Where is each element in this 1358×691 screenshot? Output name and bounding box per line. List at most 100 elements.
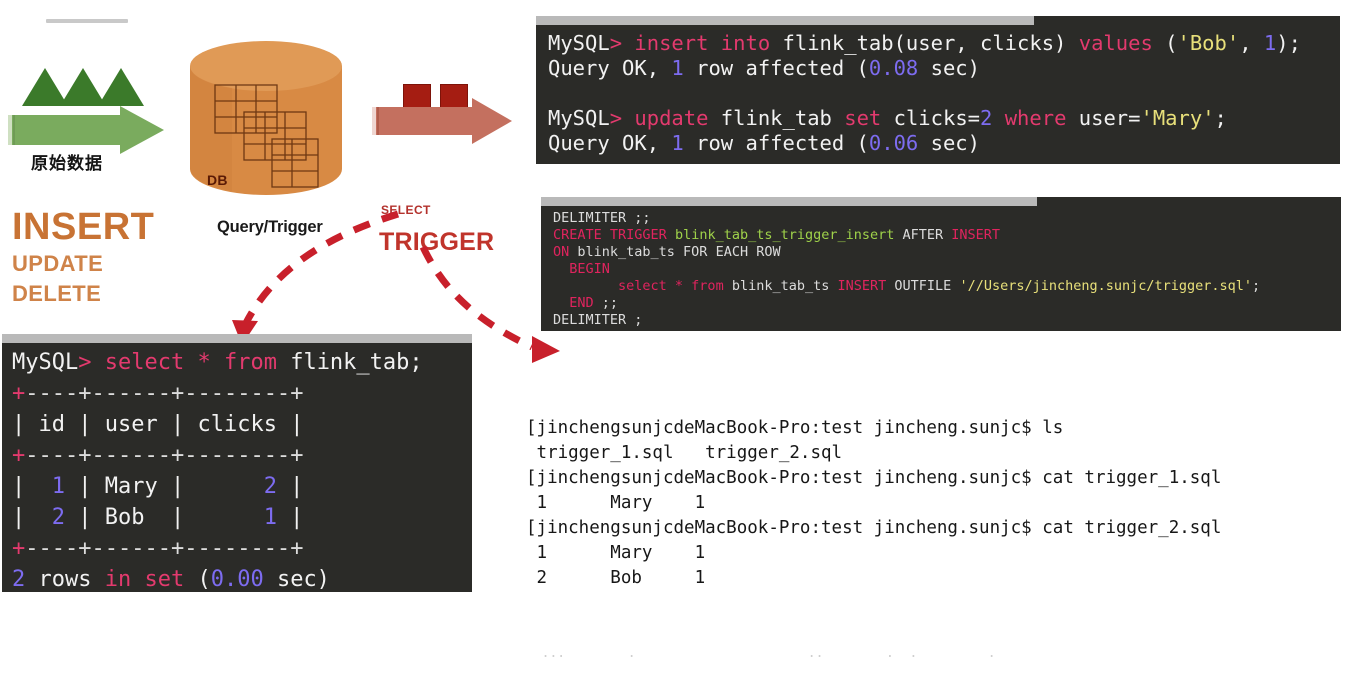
- terminal-text: select: [104, 350, 185, 375]
- terminal-text: >: [609, 31, 623, 55]
- terminal-text: values: [1078, 31, 1153, 55]
- terminal-text: |: [276, 505, 304, 530]
- terminal-text: rows: [25, 567, 105, 592]
- terminal-text: ------: [91, 443, 171, 468]
- terminal-text: where: [1004, 106, 1067, 130]
- terminal-text: 1: [263, 505, 277, 530]
- dml-update-label: UPDATE: [12, 251, 104, 276]
- terminal-text: in set: [104, 567, 185, 592]
- terminal-line: ON blink_tab_ts FOR EACH ROW: [553, 244, 1341, 261]
- terminal-text: |: [276, 474, 304, 499]
- terminal-text: row affected (: [683, 56, 869, 80]
- terminal-text: BEGIN: [569, 261, 610, 277]
- terminal-text: ----: [25, 443, 79, 468]
- terminal-text: (: [184, 567, 211, 592]
- terminal-text: +: [12, 443, 26, 468]
- terminal-line: | id | user | clicks |: [12, 409, 472, 440]
- terminal-create-trigger: DELIMITER ;; CREATE TRIGGER blink_tab_ts_…: [541, 197, 1341, 331]
- terminal-line: BEGIN: [553, 261, 1341, 278]
- terminal-text: blink_tab_ts FOR EACH ROW: [569, 244, 781, 260]
- terminal-line: [548, 81, 1340, 106]
- terminal-line: select * from blink_tab_ts INSERT OUTFIL…: [553, 278, 1341, 295]
- terminal-text: blink_tab_ts: [723, 278, 838, 294]
- terminal-text: --------: [184, 443, 291, 468]
- terminal-text: MySQL: [12, 350, 79, 375]
- terminal-text: ;: [1214, 106, 1227, 130]
- terminal-text: DELIMITER ;: [553, 312, 643, 328]
- terminal-text: sec): [918, 131, 980, 155]
- terminal-text: |: [65, 412, 105, 437]
- terminal-text: ------: [91, 536, 171, 561]
- terminal-text: >: [609, 106, 623, 130]
- terminal-text: +: [290, 536, 304, 561]
- terminal-text: update: [634, 106, 709, 130]
- terminal-text: Query OK,: [548, 56, 672, 80]
- terminal-trigger-content: DELIMITER ;; CREATE TRIGGER blink_tab_ts_…: [541, 206, 1341, 331]
- terminal-titlebar: [536, 16, 1035, 25]
- terminal-text: clicks: [197, 412, 277, 437]
- terminal-line: | 1 | Mary | 2 |: [12, 471, 472, 502]
- shell-faint-line: ... . .. . . .: [526, 646, 996, 661]
- terminal-text: Query OK,: [548, 131, 672, 155]
- terminal-line: +----+------+--------+: [12, 440, 472, 471]
- terminal-line: MySQL> insert into flink_tab(user, click…: [548, 31, 1340, 56]
- terminal-text: |: [12, 412, 39, 437]
- terminal-text: user: [104, 412, 158, 437]
- dml-insert-label: INSERT: [12, 206, 155, 248]
- terminal-text: row affected (: [683, 131, 869, 155]
- terminal-text: flink_tab: [708, 106, 845, 130]
- shell-line: 1 Mary 1: [526, 543, 706, 563]
- terminal-text: flink_tab(user, clicks): [770, 31, 1079, 55]
- terminal-text: |: [157, 412, 198, 437]
- terminal-text: ,: [1239, 31, 1264, 55]
- terminal-text: );: [1276, 31, 1301, 55]
- terminal-titlebar: [2, 334, 472, 343]
- terminal-text: 0.06: [868, 131, 919, 155]
- terminal-text: OUTFILE: [886, 278, 960, 294]
- terminal-text: user=: [1066, 106, 1141, 130]
- terminal-text: |: [12, 505, 52, 530]
- shell-line: [jinchengsunjcdeMacBook-Pro:test jinchen…: [526, 468, 1222, 488]
- shell-output-pane: [jinchengsunjcdeMacBook-Pro:test jinchen…: [526, 366, 1358, 661]
- terminal-text: flink_tab;: [276, 350, 423, 375]
- terminal-text: MySQL: [548, 31, 610, 55]
- terminal-text: +: [170, 536, 185, 561]
- terminal-text: |: [12, 474, 52, 499]
- terminal-text: AFTER: [894, 227, 952, 243]
- terminal-text: END: [569, 295, 594, 311]
- terminal-text: | Mary |: [65, 474, 264, 499]
- terminal-text: sec): [918, 56, 980, 80]
- shell-line: 1 Mary 1: [526, 493, 706, 513]
- terminal-text: (: [1152, 31, 1178, 55]
- terminal-line: 2 rows in set (0.00 sec): [12, 564, 472, 592]
- terminal-text: +: [290, 381, 304, 406]
- terminal-line: +----+------+--------+: [12, 378, 472, 409]
- terminal-text: +: [170, 381, 185, 406]
- terminal-text: *: [197, 350, 211, 375]
- terminal-text: 1: [671, 56, 684, 80]
- terminal-insert-content: MySQL> insert into flink_tab(user, click…: [536, 25, 1340, 162]
- terminal-line: CREATE TRIGGER blink_tab_ts_trigger_inse…: [553, 227, 1341, 244]
- ingest-arrow-icon: [8, 106, 164, 154]
- terminal-line: | 2 | Bob | 1 |: [12, 502, 472, 533]
- output-arrow-icon: [372, 98, 512, 144]
- terminal-text: --------: [184, 536, 291, 561]
- shell-line: trigger_1.sql trigger_2.sql: [526, 443, 843, 463]
- terminal-text: ------: [91, 381, 171, 406]
- terminal-insert-update: MySQL> insert into flink_tab(user, click…: [536, 16, 1340, 164]
- terminal-text: id: [38, 412, 66, 437]
- terminal-text: +: [12, 381, 26, 406]
- terminal-select-content: MySQL> select * from flink_tab; +----+---…: [2, 343, 472, 592]
- terminal-line: MySQL> select * from flink_tab;: [12, 347, 472, 378]
- terminal-text: +: [78, 443, 92, 468]
- terminal-text: +: [12, 536, 26, 561]
- terminal-text: 0.08: [868, 56, 919, 80]
- terminal-text: MySQL: [548, 106, 610, 130]
